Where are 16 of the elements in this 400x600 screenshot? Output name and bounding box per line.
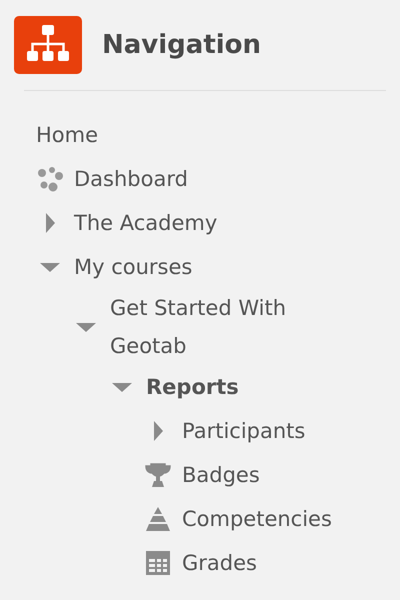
nav-item[interactable]: The Academy	[74, 204, 218, 242]
panel-title: Navigation	[102, 30, 262, 60]
nav-item[interactable]: Grades	[182, 544, 257, 582]
nav-item[interactable]: Dashboard	[74, 160, 188, 198]
nav-item[interactable]: Get Started With Geotab	[110, 289, 320, 365]
table-icon	[144, 549, 172, 577]
nav-item[interactable]: Competencies	[182, 500, 332, 538]
trophy-icon	[144, 461, 172, 489]
nav-item[interactable]: Badges	[182, 456, 260, 494]
nav-item[interactable]: Home	[36, 116, 98, 154]
nav-item[interactable]: Participants	[182, 412, 306, 450]
nav-item[interactable]: My courses	[74, 248, 192, 286]
nav-item[interactable]: Reports	[146, 368, 239, 406]
sitemap-icon	[14, 16, 82, 74]
dots-cluster-icon	[36, 165, 64, 193]
pyramid-icon	[144, 505, 172, 533]
